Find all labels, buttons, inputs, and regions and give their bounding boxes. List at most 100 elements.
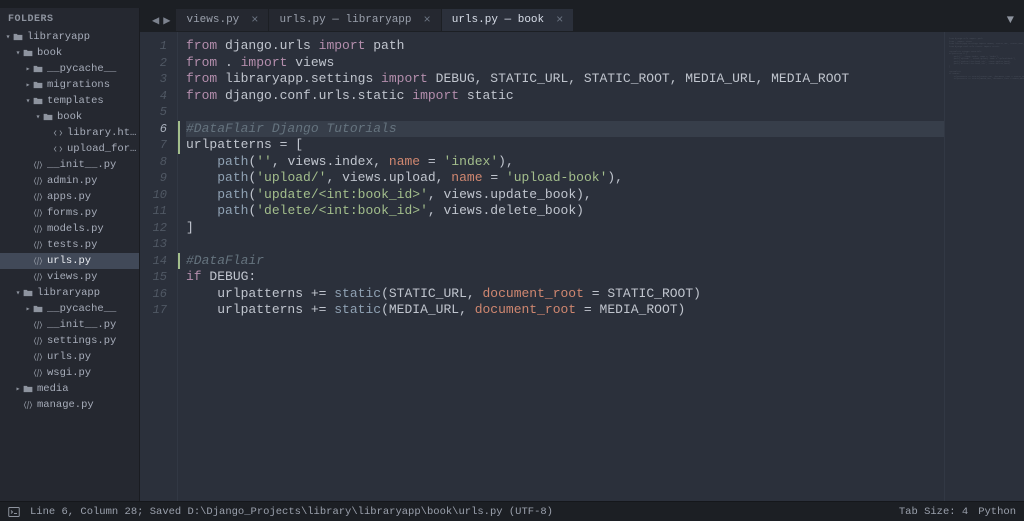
line-number[interactable]: 6 [140,121,167,138]
nav-back-icon[interactable]: ◀ [152,13,159,28]
tree-row-forms-py[interactable]: forms.py [0,205,139,221]
tree-label: __pycache__ [47,63,139,75]
disclosure-triangle-icon[interactable] [14,288,22,298]
tree-row-upload-form-html[interactable]: upload_form.html [0,141,139,157]
code-line[interactable]: from django.urls import path [186,38,944,55]
disclosure-triangle-icon[interactable] [24,96,32,106]
disclosure-triangle-icon[interactable] [24,80,32,90]
line-number[interactable]: 12 [140,220,167,237]
line-number[interactable]: 13 [140,236,167,253]
code-area[interactable]: from django.urls import pathfrom . impor… [178,32,944,501]
tree-row-libraryapp[interactable]: libraryapp [0,29,139,45]
line-number[interactable]: 1 [140,38,167,55]
tab-label: urls.py — libraryapp [279,14,411,26]
code-line[interactable]: from . import views [186,55,944,72]
line-number[interactable]: 17 [140,302,167,319]
disclosure-triangle-icon[interactable] [34,112,42,122]
tree-row-views-py[interactable]: views.py [0,269,139,285]
tree-row-migrations[interactable]: migrations [0,77,139,93]
html-icon [52,144,64,154]
line-number[interactable]: 11 [140,203,167,220]
tree-label: __pycache__ [47,303,139,315]
disclosure-triangle-icon[interactable] [24,64,32,74]
tree-row--pycache-[interactable]: __pycache__ [0,61,139,77]
line-number[interactable]: 16 [140,286,167,303]
tree-row-manage-py[interactable]: manage.py [0,397,139,413]
file-tree[interactable]: libraryappbook__pycache__migrationstempl… [0,29,139,501]
close-icon[interactable]: × [251,13,258,27]
line-number[interactable]: 14 [140,253,167,270]
sidebar-title: FOLDERS [0,8,139,29]
tree-row-settings-py[interactable]: settings.py [0,333,139,349]
close-icon[interactable]: × [556,13,563,27]
tree-row-tests-py[interactable]: tests.py [0,237,139,253]
code-line[interactable]: if DEBUG: [186,269,944,286]
tree-row-templates[interactable]: templates [0,93,139,109]
tabbar-menu-icon[interactable]: ▼ [997,13,1024,27]
tree-row--init-py[interactable]: __init__.py [0,157,139,173]
tree-row-library-html[interactable]: library.html [0,125,139,141]
code-line[interactable]: path('update/<int:book_id>', views.updat… [186,187,944,204]
code-line[interactable] [186,104,944,121]
line-number[interactable]: 15 [140,269,167,286]
title-bar-stub [0,0,1024,8]
tree-label: apps.py [47,191,139,203]
tree-row-media[interactable]: media [0,381,139,397]
tree-label: forms.py [47,207,139,219]
py-icon [32,240,44,250]
line-number[interactable]: 3 [140,71,167,88]
status-lang[interactable]: Python [978,506,1016,518]
main-area: FOLDERS libraryappbook__pycache__migrati… [0,8,1024,501]
disclosure-triangle-icon[interactable] [4,32,12,42]
tree-row-apps-py[interactable]: apps.py [0,189,139,205]
code-line[interactable]: path('', views.index, name = 'index'), [186,154,944,171]
status-tabsize[interactable]: Tab Size: 4 [899,506,968,518]
minimap[interactable]: from django.urls import path from . impo… [944,32,1024,501]
tree-label: migrations [47,79,139,91]
code-line[interactable]: urlpatterns += static(MEDIA_URL, documen… [186,302,944,319]
line-number[interactable]: 5 [140,104,167,121]
code-line[interactable]: from libraryapp.settings import DEBUG, S… [186,71,944,88]
line-number[interactable]: 10 [140,187,167,204]
tree-row--pycache-[interactable]: __pycache__ [0,301,139,317]
code-line[interactable] [186,236,944,253]
code-line[interactable]: urlpatterns += static(STATIC_URL, docume… [186,286,944,303]
tree-row--init-py[interactable]: __init__.py [0,317,139,333]
tree-label: admin.py [47,175,139,187]
close-icon[interactable]: × [424,13,431,27]
tree-row-book[interactable]: book [0,109,139,125]
console-icon[interactable] [8,506,20,518]
tab-views-py[interactable]: views.py× [176,9,268,31]
code-line[interactable]: ] [186,220,944,237]
line-number[interactable]: 7 [140,137,167,154]
nav-forward-icon[interactable]: ▶ [163,13,170,28]
line-number[interactable]: 2 [140,55,167,72]
tab-urls-py-libraryapp[interactable]: urls.py — libraryapp × [269,9,440,31]
line-number[interactable]: 4 [140,88,167,105]
disclosure-triangle-icon[interactable] [14,48,22,58]
py-icon [32,272,44,282]
code-line[interactable]: from django.conf.urls.static import stat… [186,88,944,105]
disclosure-triangle-icon[interactable] [24,304,32,314]
disclosure-triangle-icon[interactable] [14,384,22,394]
code-line[interactable]: path('upload/', views.upload, name = 'up… [186,170,944,187]
code-line[interactable]: #DataFlair Django Tutorials [186,121,944,138]
tree-label: wsgi.py [47,367,139,379]
tree-row-models-py[interactable]: models.py [0,221,139,237]
line-number[interactable]: 9 [140,170,167,187]
line-gutter[interactable]: 1234567891011121314151617 [140,32,178,501]
code-line[interactable]: #DataFlair [186,253,944,270]
tab-urls-py-book[interactable]: urls.py — book× [442,9,574,31]
tree-row-urls-py[interactable]: urls.py [0,349,139,365]
tree-row-wsgi-py[interactable]: wsgi.py [0,365,139,381]
code-line[interactable]: path('delete/<int:book_id>', views.delet… [186,203,944,220]
tree-row-urls-py[interactable]: urls.py [0,253,139,269]
code-line[interactable]: urlpatterns = [ [186,137,944,154]
line-number[interactable]: 8 [140,154,167,171]
tab-bar: ◀ ▶ views.py×urls.py — libraryapp×urls.p… [140,8,1024,32]
tree-label: libraryapp [37,287,139,299]
tree-row-libraryapp[interactable]: libraryapp [0,285,139,301]
change-marker [178,137,180,154]
tree-row-admin-py[interactable]: admin.py [0,173,139,189]
tree-row-book[interactable]: book [0,45,139,61]
